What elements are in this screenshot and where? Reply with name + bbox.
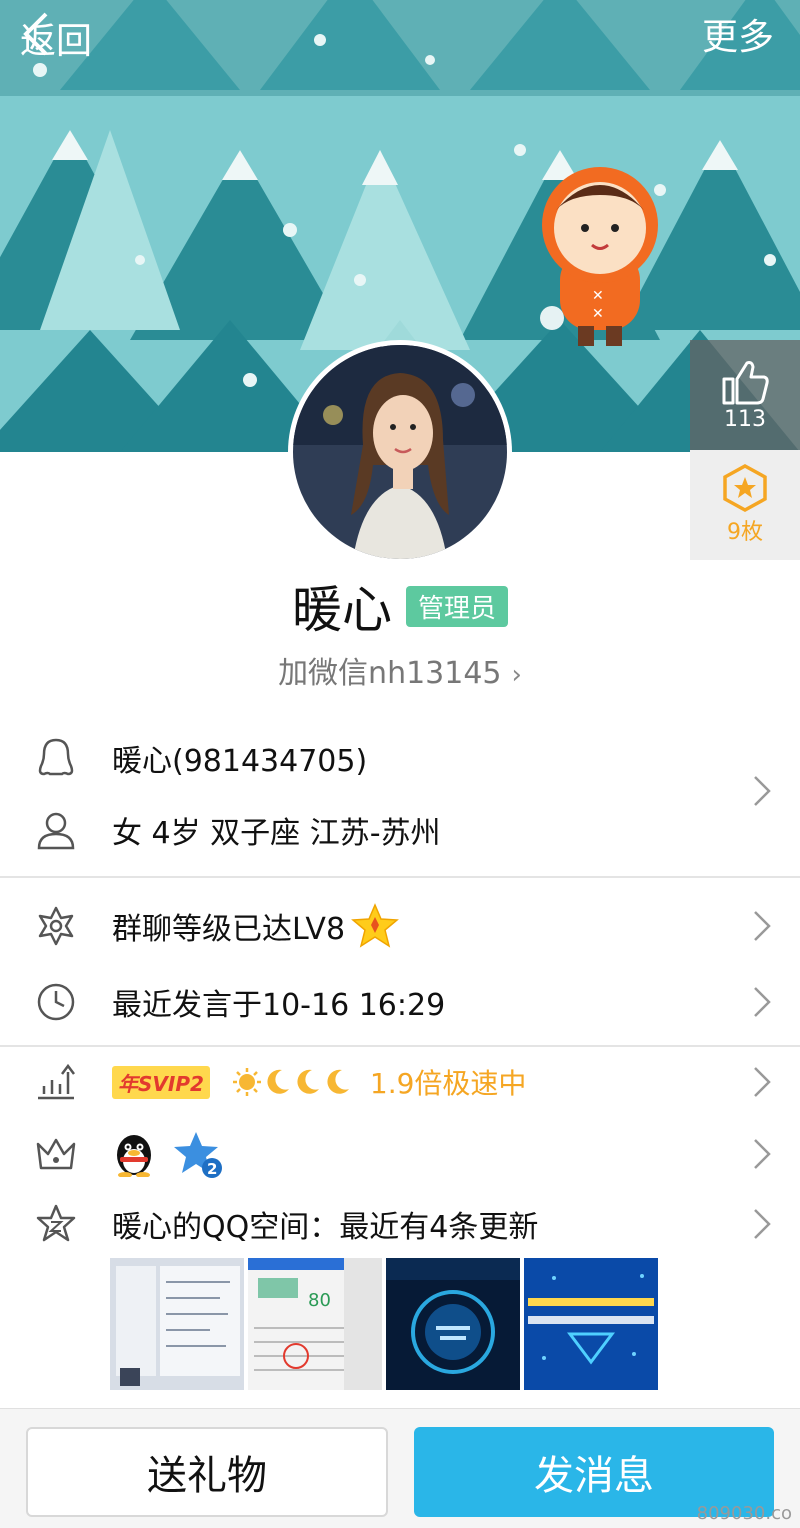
profile-name: 暖心 bbox=[291, 581, 392, 639]
svg-text:80: 80 bbox=[308, 1290, 331, 1311]
last-speak-row[interactable]: 最近发言于10-16 16:29 bbox=[0, 976, 800, 1028]
penguin-outline-icon bbox=[38, 738, 74, 776]
avatar-photo bbox=[293, 345, 507, 559]
qq-number-row[interactable]: 暖心(981434705) bbox=[0, 732, 800, 784]
back-button[interactable]: 返回 bbox=[20, 10, 92, 66]
clock-icon bbox=[37, 983, 75, 1021]
last-speak-text: 最近发言于10-16 16:29 bbox=[112, 988, 446, 1023]
growth-chart-icon bbox=[38, 1063, 75, 1100]
top-navigation-bar: 返回 更多 bbox=[0, 0, 800, 96]
privilege-icons: 2 bbox=[112, 1130, 224, 1178]
qzone-star-icon bbox=[36, 1204, 76, 1242]
svip-tag: 年SVIP2 bbox=[112, 1065, 210, 1099]
qq-number-text: 暖心(981434705) bbox=[112, 744, 368, 779]
divider bbox=[0, 1045, 800, 1047]
sun-icon bbox=[232, 1068, 261, 1096]
hexagon-star-badge-icon bbox=[723, 464, 767, 512]
signature[interactable]: 加微信nh13145 › bbox=[0, 648, 800, 692]
star-badge-outline-icon bbox=[38, 906, 74, 946]
chevron-right-icon[interactable] bbox=[752, 909, 772, 943]
role-badge: 管理员 bbox=[405, 585, 508, 627]
chevron-right-icon[interactable] bbox=[752, 774, 772, 808]
badge-button[interactable]: 9枚 bbox=[690, 450, 800, 560]
bottom-action-bar: 送礼物 发消息 809030.co bbox=[0, 1408, 800, 1528]
qzone-thumbnail-1[interactable] bbox=[110, 1258, 244, 1390]
personal-info-row[interactable]: 女 4岁 双子座 江苏-苏州 bbox=[0, 804, 800, 856]
chevron-right-icon[interactable] bbox=[752, 1065, 772, 1099]
qzone-thumbnails: 80 bbox=[110, 1258, 662, 1390]
svg-text:✕: ✕ bbox=[592, 288, 604, 304]
group-level-row[interactable]: 群聊等级已达LV8 bbox=[0, 900, 800, 952]
badge-count: 9枚 bbox=[727, 520, 763, 545]
vip-status-row[interactable]: 年SVIP2 1.9倍极速中 bbox=[0, 1056, 800, 1108]
name-row: 暖心 管理员 bbox=[0, 570, 800, 642]
personal-info-text: 女 4岁 双子座 江苏-苏州 bbox=[112, 816, 441, 851]
moon-icon bbox=[297, 1069, 319, 1094]
chevron-right-icon[interactable] bbox=[752, 985, 772, 1019]
svg-text:✕: ✕ bbox=[592, 306, 604, 322]
qzone-thumbnail-2[interactable]: 80 bbox=[248, 1258, 382, 1390]
svg-text:2: 2 bbox=[207, 1160, 217, 1178]
qzone-row[interactable]: 暖心的QQ空间：最近有4条更新 bbox=[0, 1198, 800, 1250]
level-icons bbox=[232, 1067, 352, 1097]
qzone-thumbnail-4[interactable] bbox=[524, 1258, 658, 1390]
divider bbox=[0, 876, 800, 878]
speed-text: 1.9倍极速中 bbox=[369, 1067, 527, 1100]
more-button[interactable]: 更多 bbox=[702, 10, 774, 66]
side-panel: 113 9枚 bbox=[690, 340, 800, 560]
like-count: 113 bbox=[724, 406, 766, 432]
qq-penguin-icon bbox=[117, 1135, 151, 1177]
chevron-right-icon[interactable] bbox=[752, 1207, 772, 1241]
group-level-label: 群聊等级已达LV8 bbox=[112, 912, 346, 947]
thumbs-up-icon bbox=[722, 360, 769, 404]
watermark-text: 809030.co bbox=[696, 1503, 792, 1524]
gold-star-icon bbox=[351, 903, 399, 948]
send-gift-button[interactable]: 送礼物 bbox=[26, 1427, 388, 1517]
moon-icon bbox=[327, 1069, 349, 1094]
blue-star-level-icon: 2 bbox=[174, 1132, 222, 1178]
privilege-row[interactable]: 2 bbox=[0, 1128, 800, 1180]
chevron-left-icon bbox=[23, 12, 48, 56]
crown-icon bbox=[36, 1138, 76, 1170]
like-button[interactable]: 113 bbox=[690, 340, 800, 450]
chevron-right-icon: › bbox=[511, 660, 522, 690]
avatar[interactable] bbox=[288, 340, 512, 564]
signature-text: 加微信nh13145 bbox=[278, 656, 502, 691]
person-icon bbox=[37, 812, 75, 850]
vip-status-content: 年SVIP2 1.9倍极速中 bbox=[112, 1062, 526, 1102]
qzone-text: 暖心的QQ空间：最近有4条更新 bbox=[112, 1210, 539, 1245]
moon-icon bbox=[267, 1069, 289, 1094]
qzone-thumbnail-3[interactable] bbox=[386, 1258, 520, 1390]
group-level-text: 群聊等级已达LV8 bbox=[112, 903, 399, 949]
chevron-right-icon[interactable] bbox=[752, 1137, 772, 1171]
